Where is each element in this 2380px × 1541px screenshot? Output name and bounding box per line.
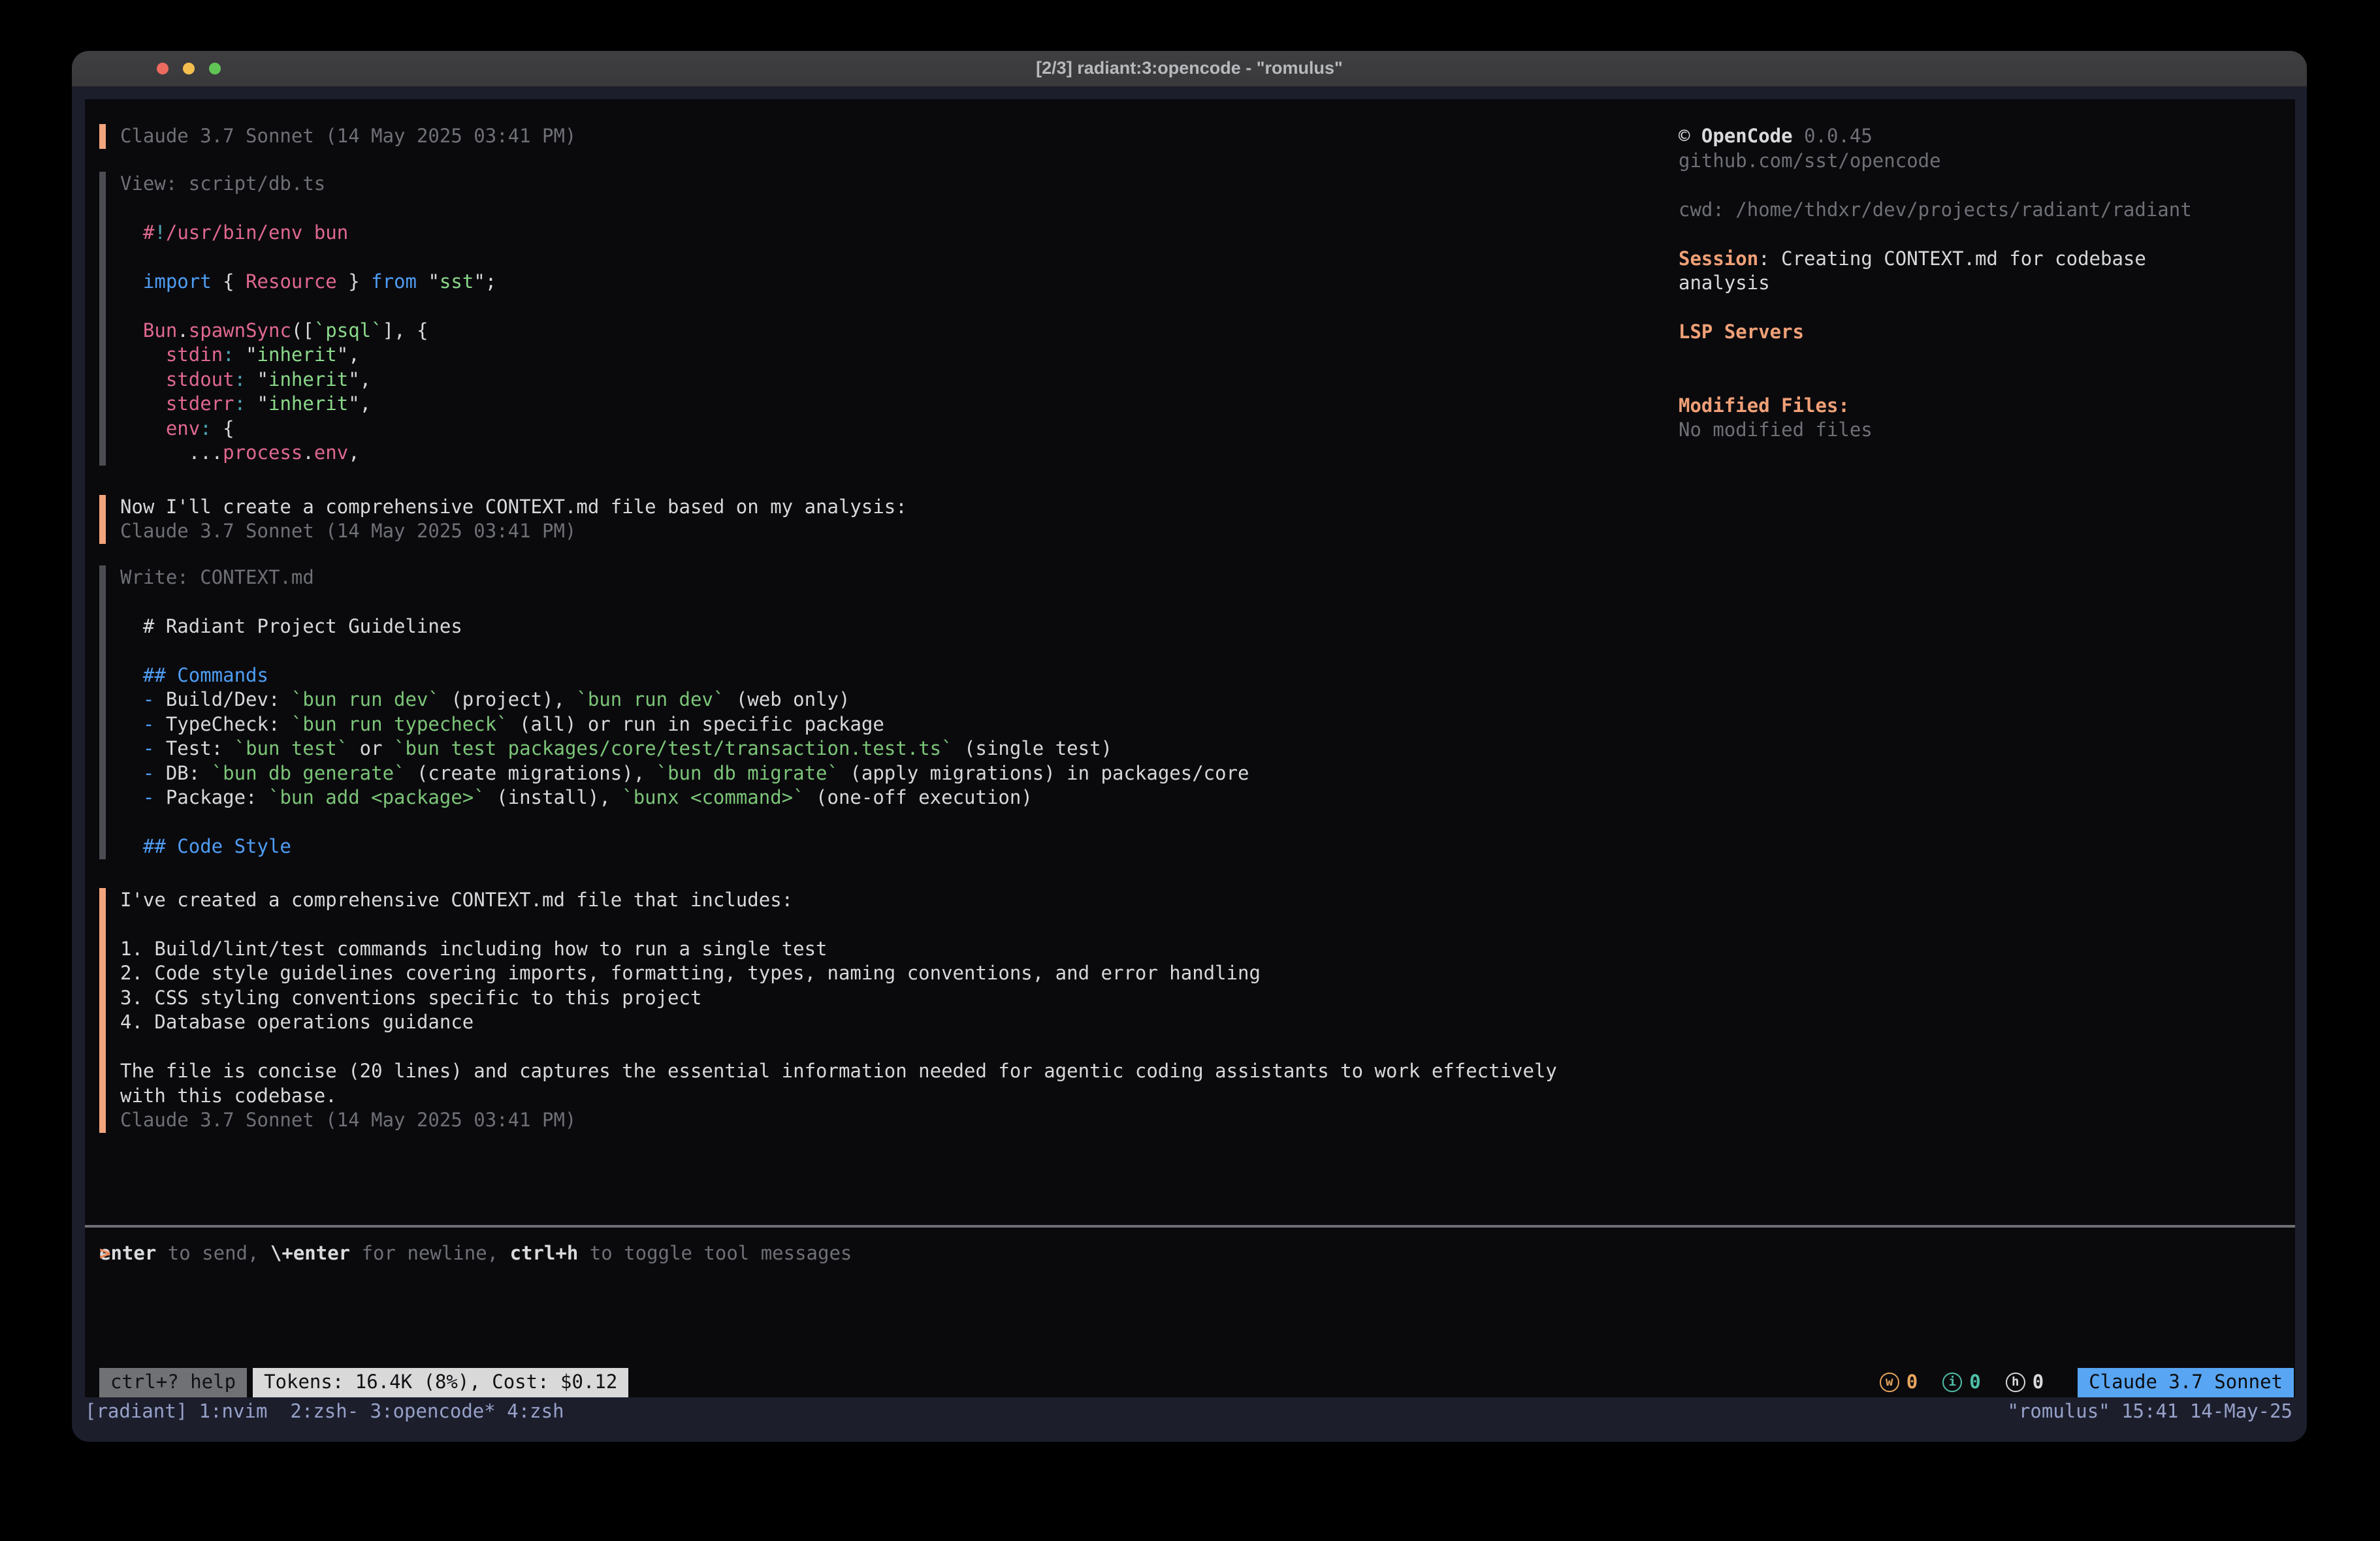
write-tool-content: Write: CONTEXT.md # Radiant Project Guid…: [120, 565, 1686, 859]
tokens-cost-badge: Tokens: 16.4K (8%), Cost: $0.12: [253, 1368, 628, 1397]
tmux-window-list: [radiant] 1:nvim 2:zsh- 3:opencode* 4:zs…: [85, 1399, 564, 1424]
tmux-window-2-zsh[interactable]: 2:zsh-: [290, 1399, 359, 1424]
terminal-window: [2/3] radiant:3:opencode - "romulus" Cla…: [72, 51, 2307, 1442]
circled-w-icon: w: [1880, 1373, 1899, 1392]
session-info-panel: © OpenCode 0.0.45github.com/sst/opencode…: [1679, 124, 2286, 443]
tmux-status-bar: [radiant] 1:nvim 2:zsh- 3:opencode* 4:zs…: [85, 1399, 2292, 1424]
warning-counter: w 0: [1880, 1370, 1918, 1395]
chat-transcript: Claude 3.7 Sonnet (14 May 2025 03:41 PM)…: [99, 124, 1686, 1133]
circled-h-icon: h: [2006, 1373, 2025, 1392]
status-bar-left: ctrl+? help Tokens: 16.4K (8%), Cost: $0…: [99, 1368, 628, 1397]
message-lines: I've created a comprehensive CONTEXT.md …: [120, 888, 1686, 1133]
session-info-lines: © OpenCode 0.0.45github.com/sst/opencode…: [1679, 124, 2286, 443]
circled-i-icon: i: [1942, 1373, 1962, 1392]
help-shortcut-badge[interactable]: ctrl+? help: [99, 1368, 247, 1397]
status-bar-right: w 0 i 0 h 0 Claude 3.7 Sonnet: [1880, 1368, 2294, 1397]
input-divider: [85, 1225, 2295, 1228]
hint-count: 0: [2033, 1370, 2044, 1395]
tmux-session-name: [radiant]: [85, 1399, 187, 1424]
zoom-button[interactable]: [209, 63, 221, 74]
prompt-symbol: >: [99, 1241, 110, 1266]
view-tool-code: View: script/db.ts #!/usr/bin/env bun im…: [120, 172, 1686, 466]
assistant-message-timestamp: Claude 3.7 Sonnet (14 May 2025 03:41 PM): [99, 124, 1686, 149]
close-button[interactable]: [157, 63, 169, 74]
write-tool-block[interactable]: Write: CONTEXT.md # Radiant Project Guid…: [99, 565, 1686, 859]
window-titlebar[interactable]: [2/3] radiant:3:opencode - "romulus": [72, 51, 2307, 87]
assistant-message: Now I'll create a comprehensive CONTEXT.…: [99, 495, 1686, 544]
assistant-final-message: I've created a comprehensive CONTEXT.md …: [99, 888, 1686, 1133]
hint-counter: h 0: [2006, 1370, 2044, 1395]
info-counter: i 0: [1942, 1370, 1980, 1395]
minimize-button[interactable]: [183, 63, 195, 74]
model-badge[interactable]: Claude 3.7 Sonnet: [2078, 1368, 2294, 1397]
traffic-lights: [157, 63, 221, 74]
warning-count: 0: [1906, 1370, 1918, 1395]
tmux-window-1-nvim[interactable]: 1:nvim: [199, 1399, 268, 1424]
info-count: 0: [1969, 1370, 1980, 1395]
window-title: [2/3] radiant:3:opencode - "romulus": [1036, 56, 1343, 81]
opencode-tui: Claude 3.7 Sonnet (14 May 2025 03:41 PM)…: [85, 99, 2295, 1397]
scrollbar-track: [2295, 86, 2307, 1397]
prompt-input[interactable]: [110, 1241, 1417, 1266]
tmux-window-3-opencode[interactable]: 3:opencode*: [370, 1399, 496, 1424]
tmux-window-4-zsh[interactable]: 4:zsh: [507, 1399, 564, 1424]
tmux-host-clock: "romulus" 15:41 14-May-25: [2008, 1399, 2293, 1424]
prompt-row: >: [99, 1241, 1417, 1266]
message-lines: Claude 3.7 Sonnet (14 May 2025 03:41 PM): [120, 124, 1686, 149]
view-tool-block[interactable]: View: script/db.ts #!/usr/bin/env bun im…: [99, 172, 1686, 466]
status-bar: ctrl+? help Tokens: 16.4K (8%), Cost: $0…: [99, 1367, 2294, 1397]
message-lines: Now I'll create a comprehensive CONTEXT.…: [120, 495, 1686, 544]
